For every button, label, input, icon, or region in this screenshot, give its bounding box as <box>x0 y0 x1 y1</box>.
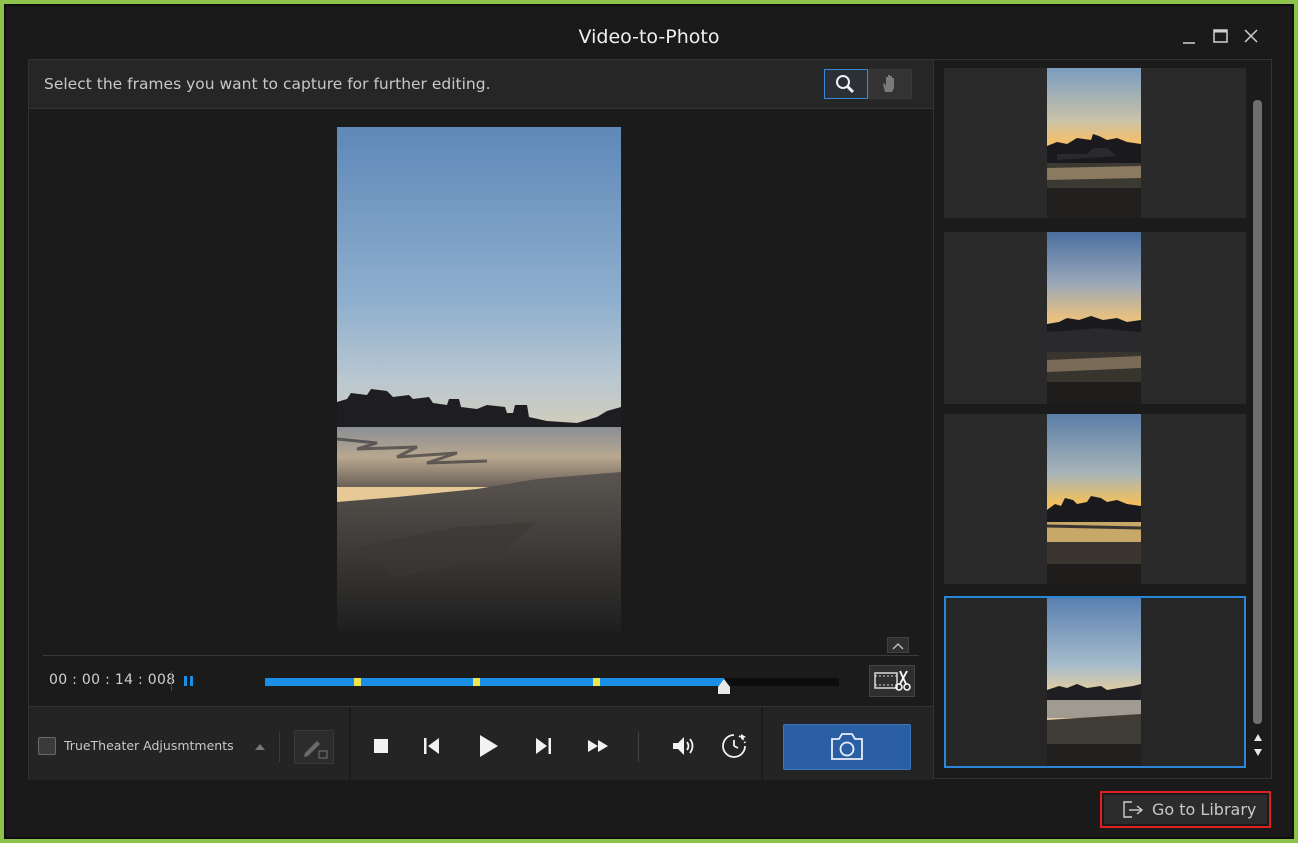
title-bar: Video-to-Photo <box>6 6 1292 62</box>
frame-thumbnail[interactable] <box>944 414 1246 584</box>
divider <box>279 732 280 762</box>
collapse-toggle-button[interactable] <box>887 637 909 653</box>
edit-adjustments-button[interactable] <box>294 730 334 764</box>
frame-thumbnail[interactable] <box>944 68 1246 218</box>
video-preview-frame[interactable] <box>337 127 621 632</box>
divider <box>43 655 919 656</box>
frame-thumbnail-selected[interactable] <box>944 596 1246 768</box>
pause-icon[interactable] <box>182 674 196 688</box>
trim-button[interactable] <box>869 665 915 697</box>
instruction-bar: Select the frames you want to capture fo… <box>29 60 933 109</box>
captured-frames-panel <box>933 59 1272 779</box>
fast-forward-icon[interactable] <box>586 734 610 758</box>
playhead-handle[interactable] <box>717 679 731 695</box>
chevron-up-icon <box>892 642 904 650</box>
camera-icon <box>831 733 863 760</box>
film-scissors-icon <box>874 670 911 691</box>
capture-marker[interactable] <box>353 678 361 686</box>
arrow-up-icon[interactable] <box>1252 732 1264 742</box>
previous-frame-icon[interactable] <box>420 734 444 758</box>
truetheater-checkbox[interactable] <box>38 737 56 755</box>
close-icon[interactable] <box>1240 26 1262 48</box>
triangle-up-icon[interactable] <box>255 742 265 750</box>
maximize-icon[interactable] <box>1209 26 1231 48</box>
timeline-progress <box>265 678 725 686</box>
next-frame-icon[interactable] <box>531 734 555 758</box>
playback-speed-icon[interactable] <box>720 732 748 760</box>
go-to-library-label: Go to Library <box>1152 800 1257 819</box>
frame-thumbnail[interactable] <box>944 232 1246 404</box>
timecode-display: 00 : 00 : 14 : 008 <box>49 672 176 688</box>
hand-icon <box>883 75 894 92</box>
timeline-slider[interactable] <box>265 678 839 694</box>
divider <box>349 707 351 781</box>
magnifier-icon <box>836 75 855 94</box>
pencil-icon <box>304 741 328 759</box>
volume-icon[interactable] <box>670 734 698 758</box>
minimize-icon[interactable] <box>1178 26 1200 48</box>
capture-marker[interactable] <box>473 678 481 686</box>
playback-controls-bar: TrueTheater Adjusmtments <box>29 706 933 781</box>
thumbnail-scrollbar[interactable] <box>1252 68 1264 724</box>
go-to-library-button-face: Go to Library <box>1104 795 1267 824</box>
divider <box>171 671 172 691</box>
hand-tool-button[interactable] <box>868 69 912 99</box>
scrollbar-thumb[interactable] <box>1253 100 1262 724</box>
exit-arrow-icon <box>1123 801 1144 818</box>
stop-icon[interactable] <box>369 734 393 758</box>
divider <box>761 707 763 781</box>
go-to-library-button[interactable]: Go to Library <box>1100 791 1271 828</box>
capture-marker[interactable] <box>593 678 601 686</box>
arrow-down-icon[interactable] <box>1252 748 1264 758</box>
instruction-text: Select the frames you want to capture fo… <box>44 75 491 93</box>
capture-frame-button[interactable] <box>783 724 911 770</box>
truetheater-label: TrueTheater Adjusmtments <box>64 738 234 753</box>
play-icon[interactable] <box>474 732 502 760</box>
divider <box>638 732 639 762</box>
window-title: Video-to-Photo <box>578 26 720 48</box>
capture-panel: Select the frames you want to capture fo… <box>28 59 934 781</box>
magnifier-tool-button[interactable] <box>824 69 868 99</box>
video-to-photo-window: Video-to-Photo Select the frames you wan… <box>4 4 1294 839</box>
